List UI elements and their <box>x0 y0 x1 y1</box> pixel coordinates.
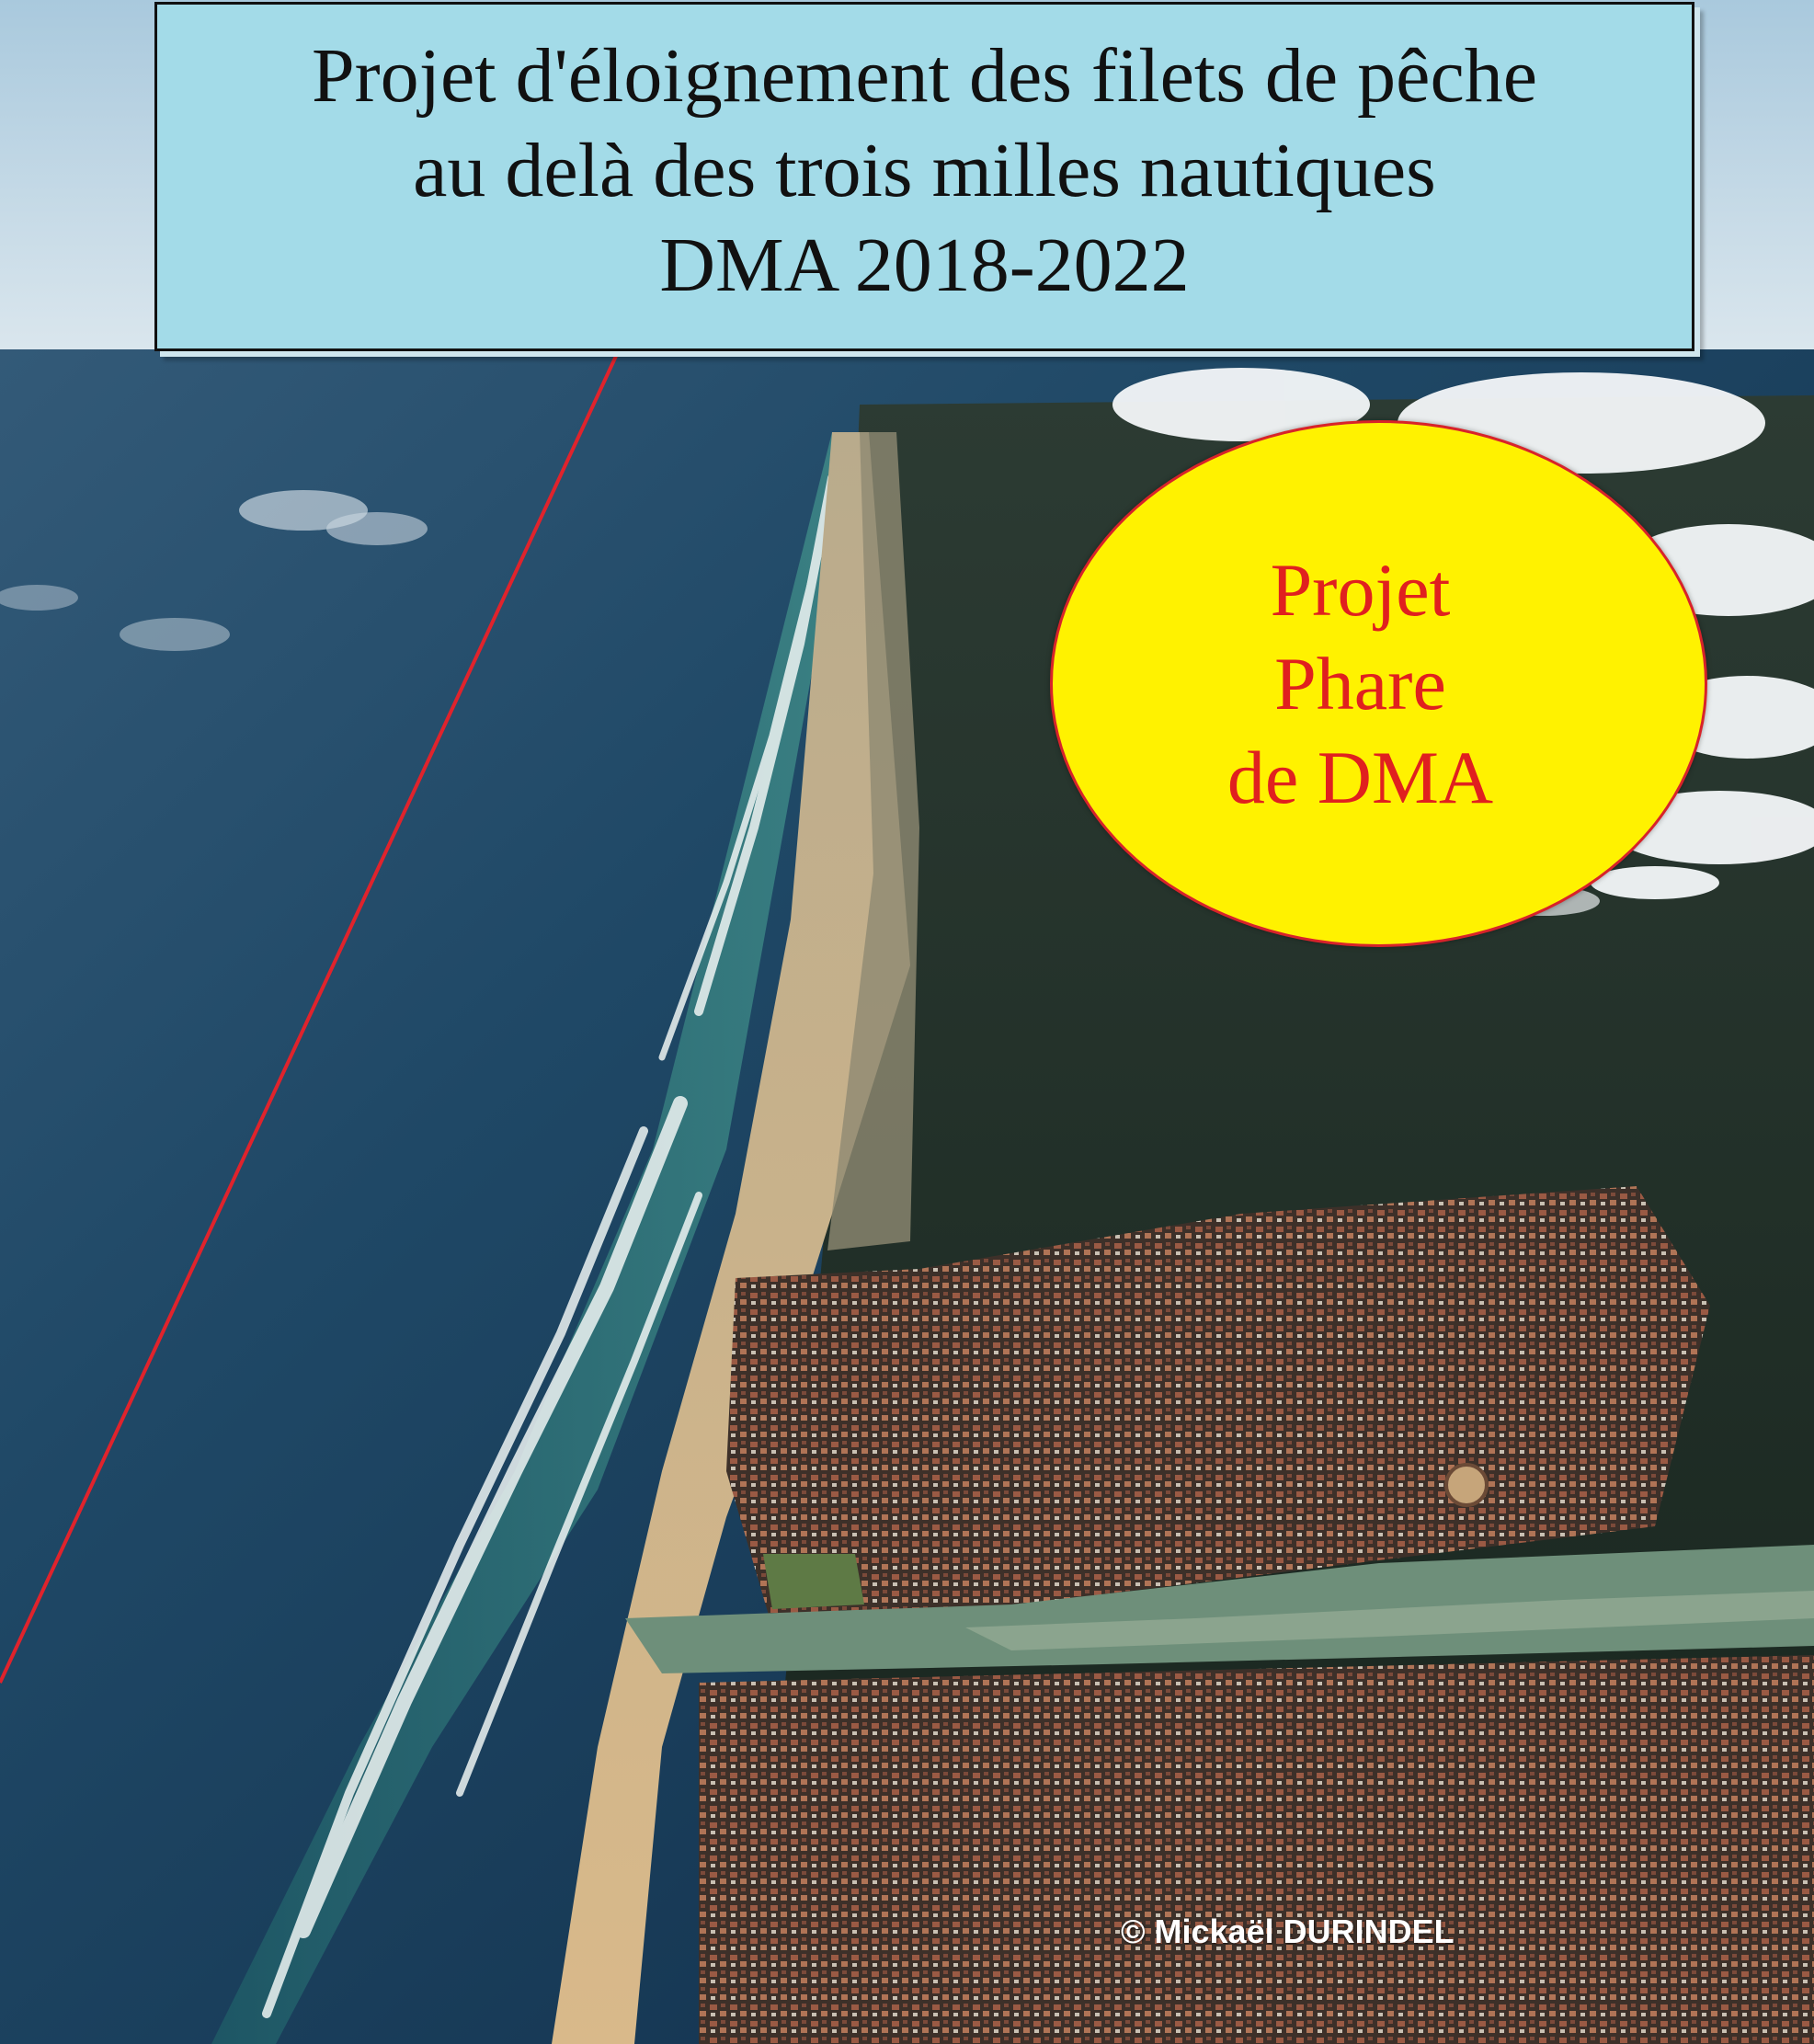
photo-credit: © Mickaël DURINDEL <box>1121 1913 1455 1950</box>
project-badge: Projet Phare de DMA <box>1050 420 1707 947</box>
title-box: Projet d'éloignement des filets de pêche… <box>154 2 1694 351</box>
title-line-2: au delà des trois milles nautiques <box>413 128 1436 213</box>
poster: Projet d'éloignement des filets de pêche… <box>0 0 1814 2044</box>
badge-line-1: Projet <box>1270 547 1451 632</box>
badge-line-3: de DMA <box>1226 735 1494 819</box>
title-line-3: DMA 2018-2022 <box>659 223 1190 308</box>
title-line-1: Projet d'éloignement des filets de pêche <box>311 33 1538 119</box>
badge-line-2: Phare <box>1274 641 1446 725</box>
